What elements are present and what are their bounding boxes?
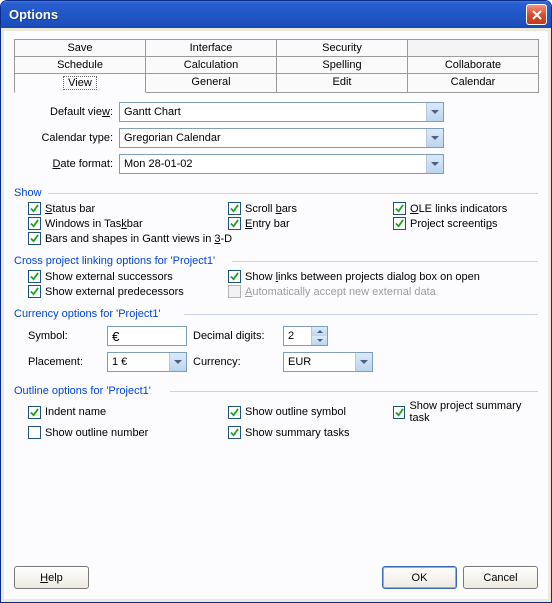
currency-label: Currency:	[193, 356, 277, 368]
close-button[interactable]	[526, 4, 547, 25]
chevron-down-icon[interactable]	[355, 353, 372, 371]
calendar-type-combo[interactable]: Gregorian Calendar	[119, 128, 444, 148]
ok-button[interactable]: OK	[382, 566, 457, 589]
group-cross-project: Cross project linking options for 'Proje…	[14, 255, 538, 267]
close-icon	[532, 10, 542, 20]
checkbox-icon	[28, 202, 41, 215]
check-project-summary[interactable]: Show project summary task	[393, 400, 538, 424]
decimal-digits-value: 2	[288, 330, 294, 342]
checkbox-icon	[28, 426, 41, 439]
spinner-up-icon[interactable]	[311, 327, 327, 336]
decimal-digits-label: Decimal digits:	[193, 330, 277, 342]
tab-empty	[407, 39, 539, 56]
checkbox-icon	[228, 202, 241, 215]
currency-combo[interactable]: EUR	[283, 352, 373, 372]
tab-strip: Save Interface Security Schedule Calcula…	[14, 39, 538, 93]
check-summary-tasks[interactable]: Show summary tasks	[228, 426, 393, 439]
check-bars-3d[interactable]: Bars and shapes in Gantt views in 3-D	[28, 232, 538, 245]
check-windows-taskbar[interactable]: Windows in Taskbar	[28, 217, 228, 230]
tab-save[interactable]: Save	[14, 39, 146, 56]
dialog-title: Options	[9, 7, 526, 22]
tab-security[interactable]: Security	[276, 39, 408, 56]
group-outline: Outline options for 'Project1'	[14, 385, 538, 397]
chevron-down-icon[interactable]	[169, 353, 186, 371]
tab-interface[interactable]: Interface	[145, 39, 277, 56]
chevron-down-icon[interactable]	[426, 103, 443, 121]
tab-edit[interactable]: Edit	[276, 73, 408, 93]
checkbox-icon	[28, 217, 41, 230]
check-outline-symbol[interactable]: Show outline symbol	[228, 400, 393, 424]
checkbox-icon	[28, 270, 41, 283]
chevron-down-icon[interactable]	[426, 155, 443, 173]
check-scroll-bars[interactable]: Scroll bars	[228, 202, 393, 215]
default-view-combo[interactable]: Gantt Chart	[119, 102, 444, 122]
check-show-links-dialog[interactable]: Show links between projects dialog box o…	[228, 270, 538, 283]
checkbox-icon	[28, 232, 41, 245]
placement-combo[interactable]: 1 €	[107, 352, 187, 372]
dialog-client-area: Save Interface Security Schedule Calcula…	[4, 31, 548, 599]
calendar-type-value: Gregorian Calendar	[124, 132, 221, 144]
check-auto-accept: Automatically accept new external data	[228, 285, 538, 298]
tab-schedule[interactable]: Schedule	[14, 56, 146, 73]
tab-view[interactable]: View	[14, 73, 146, 93]
group-currency: Currency options for 'Project1'	[14, 308, 538, 320]
tab-general[interactable]: General	[145, 73, 277, 93]
checkbox-icon	[393, 406, 405, 419]
symbol-label: Symbol:	[28, 330, 101, 342]
options-dialog: Options Save Interface Security Schedule…	[0, 0, 552, 603]
check-status-bar[interactable]: Status bar	[28, 202, 228, 215]
checkbox-icon	[228, 270, 241, 283]
dialog-footer: Help OK Cancel	[14, 556, 538, 589]
chevron-down-icon[interactable]	[426, 129, 443, 147]
checkbox-icon	[228, 406, 241, 419]
help-button[interactable]: Help	[14, 566, 89, 589]
symbol-input[interactable]	[107, 326, 187, 346]
tab-collaborate[interactable]: Collaborate	[407, 56, 539, 73]
placement-value: 1 €	[112, 356, 127, 368]
checkbox-icon	[228, 426, 241, 439]
check-outline-number[interactable]: Show outline number	[28, 426, 228, 439]
placement-label: Placement:	[28, 356, 101, 368]
tab-spelling[interactable]: Spelling	[276, 56, 408, 73]
date-format-label: Date format:	[14, 158, 119, 170]
decimal-digits-spinner[interactable]: 2	[283, 326, 328, 346]
check-ole-links[interactable]: OLE links indicators	[393, 202, 538, 215]
date-format-combo[interactable]: Mon 28-01-02	[119, 154, 444, 174]
cancel-button[interactable]: Cancel	[463, 566, 538, 589]
checkbox-icon	[28, 406, 41, 419]
check-ext-successors[interactable]: Show external successors	[28, 270, 228, 283]
check-screentips[interactable]: Project screentips	[393, 217, 538, 230]
date-format-value: Mon 28-01-02	[124, 158, 193, 170]
default-view-value: Gantt Chart	[124, 106, 181, 118]
currency-value: EUR	[288, 356, 311, 368]
checkbox-icon	[393, 202, 406, 215]
spinner-down-icon[interactable]	[311, 336, 327, 345]
check-entry-bar[interactable]: Entry bar	[228, 217, 393, 230]
check-indent-name[interactable]: Indent name	[28, 400, 228, 424]
default-view-label: Default view:	[14, 106, 119, 118]
group-show: Show	[14, 187, 538, 199]
calendar-type-label: Calendar type:	[14, 132, 119, 144]
checkbox-icon	[28, 285, 41, 298]
checkbox-icon	[393, 217, 406, 230]
tab-calculation[interactable]: Calculation	[145, 56, 277, 73]
tab-calendar[interactable]: Calendar	[407, 73, 539, 93]
checkbox-icon	[228, 285, 241, 298]
checkbox-icon	[228, 217, 241, 230]
title-bar[interactable]: Options	[1, 1, 551, 28]
check-ext-predecessors[interactable]: Show external predecessors	[28, 285, 228, 298]
